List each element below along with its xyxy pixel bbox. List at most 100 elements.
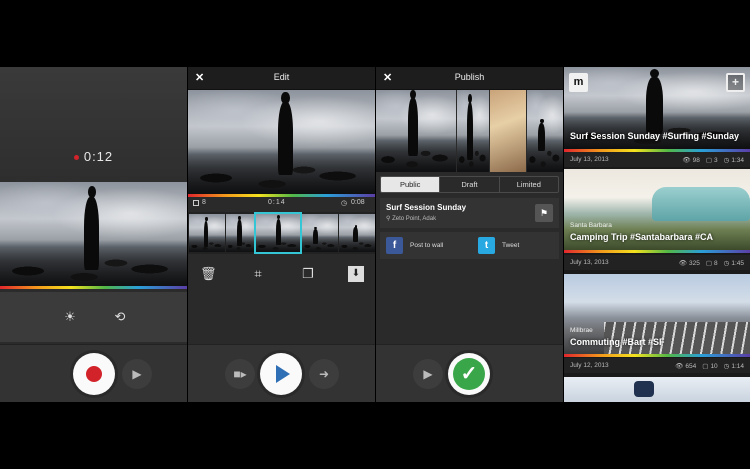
- feed-date: July 13, 2013: [570, 259, 609, 266]
- facebook-share-label[interactable]: Post to wall: [410, 242, 443, 249]
- feed-screen: m + Surf Session Sunday #Surfing #Sunday…: [564, 67, 750, 402]
- crop-icon[interactable]: ⌗: [250, 266, 266, 282]
- viewfinder-top: [0, 67, 187, 182]
- clip-count: 8: [202, 199, 206, 206]
- duration: 1:34: [731, 157, 744, 164]
- clips-icon: ▢: [702, 363, 709, 370]
- clip-thumbnail[interactable]: [339, 214, 375, 252]
- views-icon: 👁: [682, 157, 691, 164]
- skater-image: [634, 381, 654, 397]
- privacy-selector: Public Draft Limited: [380, 176, 559, 193]
- timer-text: 0:12: [83, 149, 114, 164]
- facebook-icon[interactable]: f: [386, 237, 403, 254]
- clip-timeline[interactable]: [188, 212, 375, 254]
- trash-icon[interactable]: 🗑: [200, 266, 217, 282]
- edit-screen: ✕ Edit 8 0:14 ◷ 0:08 🗑 ⌗ ❐ ⬇ ■▸ ➜: [188, 67, 375, 402]
- feed-stats: 👁 325 ▢ 8 ◷ 1:45: [673, 259, 744, 267]
- feed-date: July 12, 2013: [570, 362, 609, 369]
- clock-icon: ◷: [341, 200, 348, 207]
- record-icon: [86, 366, 102, 382]
- video-camera-icon: ■▸: [233, 367, 247, 381]
- sun-icon[interactable]: ☀: [62, 309, 78, 325]
- post-title[interactable]: Surf Session Sunday: [386, 203, 466, 212]
- clip-thumbnail[interactable]: [226, 214, 254, 252]
- edit-title: Edit: [273, 72, 290, 82]
- privacy-tab-public[interactable]: Public: [381, 177, 440, 192]
- cover-frame[interactable]: [376, 90, 456, 172]
- camera-flip-icon[interactable]: ⟲: [110, 309, 130, 325]
- privacy-tab-limited[interactable]: Limited: [498, 177, 558, 192]
- add-video-icon[interactable]: +: [726, 73, 745, 92]
- edit-preview: [188, 90, 375, 194]
- feed-item[interactable]: Santa Barbara Camping Trip #Santabarbara…: [564, 169, 750, 271]
- duplicate-icon[interactable]: ❐: [300, 266, 316, 282]
- views-icon: 👁: [675, 363, 684, 370]
- location-text: Zeto Point, Adak: [392, 216, 437, 222]
- clock-icon: ◷: [723, 260, 730, 267]
- publish-screen: ✕ Publish Public Draft Limited Surf Sess…: [376, 67, 563, 402]
- clips-count: 10: [710, 363, 718, 370]
- record-button[interactable]: [73, 353, 115, 395]
- app-screens: 0:12 ☀ ⟲ ▶ ✕ Edit 8 0:14 ◷ 0:08 🗑 ⌗ ❐ ⬇ …: [0, 67, 750, 402]
- clips-count: 3: [714, 157, 718, 164]
- recording-indicator-icon: [73, 155, 79, 161]
- post-details[interactable]: Surf Session Sunday ⚲ Zeto Point, Adak ⚑: [380, 198, 559, 228]
- twitter-icon[interactable]: t: [478, 237, 495, 254]
- car-image: [652, 187, 750, 221]
- cover-frame[interactable]: [527, 90, 563, 172]
- camera-button[interactable]: ■▸: [225, 359, 255, 389]
- play-button[interactable]: [260, 353, 302, 395]
- edit-toolbar: 🗑 ⌗ ❐ ⬇: [188, 259, 375, 287]
- next-button[interactable]: ▶: [122, 359, 152, 389]
- recording-timer: 0:12: [0, 149, 187, 164]
- post-location: ⚲ Zeto Point, Adak: [386, 215, 436, 222]
- feed-item[interactable]: [564, 377, 750, 402]
- cover-strip[interactable]: [376, 90, 563, 172]
- twitter-share-label[interactable]: Tweet: [502, 242, 519, 249]
- clock-icon: ◷: [723, 157, 730, 164]
- app-logo-icon[interactable]: m: [569, 73, 588, 92]
- location-button-icon[interactable]: ⚑: [535, 204, 553, 222]
- clips-count: 8: [714, 260, 718, 267]
- cover-frame[interactable]: [457, 90, 489, 172]
- duration: 1:45: [731, 260, 744, 267]
- feed-meta: July 13, 2013 👁 98 ▢ 3 ◷ 1:34: [564, 152, 750, 167]
- clip-duration: 0:08: [351, 199, 365, 206]
- save-icon[interactable]: ⬇: [348, 266, 364, 282]
- check-icon: ✓: [453, 358, 485, 390]
- clip-thumbnail[interactable]: [189, 214, 225, 252]
- progress-bar: [0, 286, 187, 289]
- privacy-tab-draft[interactable]: Draft: [439, 177, 498, 192]
- views-count: 98: [692, 157, 700, 164]
- feed-title[interactable]: Surf Session Sunday #Surfing #Sunday: [570, 131, 739, 141]
- clock-icon: ◷: [723, 363, 730, 370]
- play-icon: [276, 365, 290, 383]
- publish-controls: ▶ ✓: [376, 344, 563, 402]
- clip-thumbnail[interactable]: [302, 214, 338, 252]
- cover-frame[interactable]: [490, 90, 526, 172]
- feed-meta: July 12, 2013 👁 654 ▢ 10 ◷ 1:14: [564, 358, 750, 373]
- clips-icon: ▢: [705, 157, 713, 164]
- preview-button[interactable]: ▶: [413, 359, 443, 389]
- duration: 1:14: [731, 363, 744, 370]
- feed-header: m +: [564, 67, 750, 97]
- feed-item[interactable]: Millbrae Commuting #Bart #SF July 12, 20…: [564, 274, 750, 375]
- next-button[interactable]: ➜: [309, 359, 339, 389]
- share-options: f Post to wall t Tweet: [380, 232, 559, 259]
- edit-stats: 8 0:14 ◷ 0:08: [188, 197, 375, 211]
- feed-title[interactable]: Commuting #Bart #SF: [570, 337, 665, 347]
- feed-title[interactable]: Camping Trip #Santabarbara #CA: [570, 232, 713, 242]
- current-time: 0:14: [268, 199, 286, 206]
- recorder-screen: 0:12 ☀ ⟲ ▶: [0, 67, 187, 402]
- arrow-right-icon: ➜: [318, 367, 330, 381]
- edit-controls: ■▸ ➜: [188, 344, 375, 402]
- camera-preview: [0, 182, 187, 287]
- feed-color-bar: [564, 354, 750, 357]
- publish-title: Publish: [454, 72, 485, 82]
- confirm-publish-button[interactable]: ✓: [448, 353, 490, 395]
- selected-clip[interactable]: [254, 212, 302, 254]
- views-count: 654: [685, 363, 697, 370]
- camera-tools: ☀ ⟲: [0, 292, 187, 342]
- edit-header: ✕ Edit: [188, 67, 375, 90]
- clips-icon: ▢: [705, 260, 713, 267]
